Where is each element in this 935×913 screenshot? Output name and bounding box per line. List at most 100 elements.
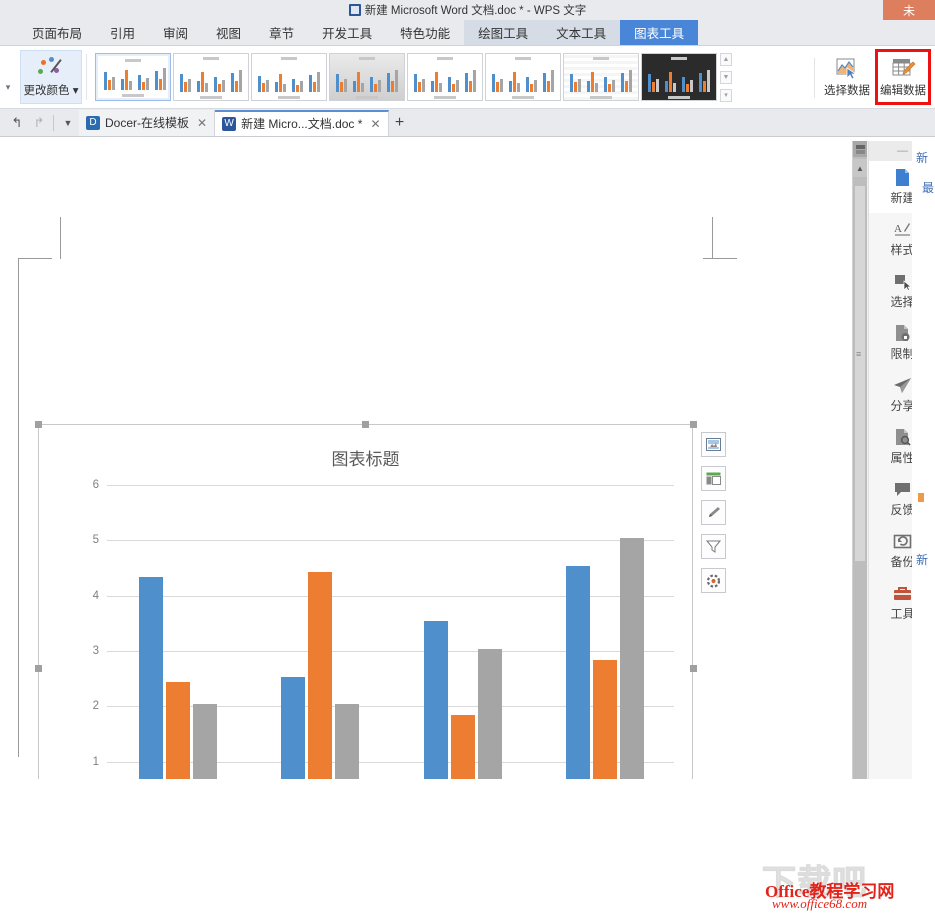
chart-object[interactable]: 图表标题 0123456类别1类别2类别3类别4 系列 1系列 2系列 3	[38, 424, 693, 779]
tab-review[interactable]: 审阅	[149, 20, 202, 45]
gallery-scroll-up[interactable]: ▲	[720, 53, 732, 66]
restrict-lock-icon	[893, 324, 913, 343]
preview-bar	[275, 82, 278, 92]
chart-bar[interactable]	[566, 566, 590, 779]
tab-special-features[interactable]: 特色功能	[386, 20, 464, 45]
preview-bar	[374, 84, 377, 92]
preview-bar	[104, 72, 107, 90]
preview-bar	[283, 84, 286, 92]
preview-bar	[465, 73, 468, 92]
tab-section[interactable]: 章节	[255, 20, 308, 45]
split-view-icon[interactable]	[853, 141, 867, 157]
preview-bar	[184, 82, 187, 92]
scrollbar-grip[interactable]: ≡	[856, 353, 861, 356]
chart-style-brush-icon[interactable]	[701, 500, 726, 525]
task-pane-item-label: 备份	[890, 553, 914, 570]
task-pane-item-label: 工具	[890, 605, 914, 622]
select-data-button[interactable]: 选择数据	[819, 49, 875, 105]
preview-bar	[439, 83, 442, 92]
chart-layout-icon[interactable]	[701, 432, 726, 457]
chart-style-thumb[interactable]	[563, 53, 639, 101]
chart-style-thumb[interactable]	[251, 53, 327, 101]
chart-style-gallery[interactable]	[91, 46, 717, 108]
chart-bar[interactable]	[308, 572, 332, 779]
preview-bar	[129, 81, 132, 90]
doc-tab-word[interactable]: W 新建 Micro...文档.doc * ✕	[215, 110, 388, 136]
gallery-expand[interactable]: ▾	[720, 89, 732, 102]
chart-settings-gear-icon[interactable]	[701, 568, 726, 593]
edit-data-button[interactable]: 编辑数据	[875, 49, 931, 105]
chart-bar[interactable]	[166, 682, 190, 779]
document-tab-bar: ↰ ↱ ▼ D Docer-在线模板 ✕ W 新建 Micro...文档.doc…	[0, 109, 935, 137]
preview-title-bar	[203, 57, 219, 60]
chart-bar[interactable]	[193, 704, 217, 779]
change-color-button[interactable]: 更改颜色 ▾	[20, 50, 82, 104]
chart-style-preview	[642, 54, 716, 100]
preview-bar	[418, 82, 421, 92]
scroll-up-arrow[interactable]: ▲	[853, 159, 867, 177]
preview-legend-bar	[278, 96, 300, 99]
doc-tab-docer[interactable]: D Docer-在线模板 ✕	[79, 110, 215, 136]
undo-arrow-icon[interactable]: ↰	[6, 112, 28, 134]
tab-page-layout[interactable]: 页面布局	[18, 20, 96, 45]
chart-bar[interactable]	[478, 649, 502, 779]
tab-text-tools[interactable]: 文本工具	[542, 20, 620, 45]
chart-bar[interactable]	[424, 621, 448, 779]
preview-bar	[570, 74, 573, 92]
chart-style-thumb[interactable]	[329, 53, 405, 101]
chart-filter-icon[interactable]	[701, 534, 726, 559]
preview-title-bar	[437, 57, 453, 60]
chart-elements-icon[interactable]	[701, 466, 726, 491]
close-icon[interactable]: ✕	[370, 117, 380, 131]
doc-tab-word-label: 新建 Micro...文档.doc *	[241, 115, 362, 132]
scrollbar-thumb[interactable]	[855, 186, 865, 561]
chart-style-thumb[interactable]	[641, 53, 717, 101]
document-scrollbar[interactable]: ▲ ≡	[853, 141, 867, 779]
chart-style-thumb[interactable]	[95, 53, 171, 101]
chart-title[interactable]: 图表标题	[39, 445, 692, 470]
tab-chart-tools[interactable]: 图表工具	[620, 20, 698, 45]
new-tab-button[interactable]: +	[389, 114, 411, 132]
chart-style-preview	[174, 54, 248, 100]
chart-plot-area[interactable]: 0123456类别1类别2类别3类别4	[69, 485, 674, 779]
chart-bar[interactable]	[335, 704, 359, 779]
close-icon[interactable]: ✕	[197, 116, 207, 130]
preview-bar	[422, 79, 425, 92]
chevron-down-icon[interactable]: ▼	[57, 112, 79, 134]
pane-accent-dot	[918, 493, 924, 502]
login-button[interactable]: 未	[883, 0, 935, 20]
task-pane-item-label: 选择	[890, 293, 914, 310]
selection-handle-mr[interactable]	[690, 665, 697, 672]
document-page[interactable]: 图表标题 0123456类别1类别2类别3类别4 系列 1系列 2系列 3	[0, 141, 853, 779]
preview-bar	[121, 79, 124, 90]
preview-bar	[266, 80, 269, 92]
ribbon-overflow-caret[interactable]: ▾	[0, 46, 16, 108]
chart-style-thumb[interactable]	[485, 53, 561, 101]
chart-bar[interactable]	[593, 660, 617, 779]
tab-developer-tools[interactable]: 开发工具	[308, 20, 386, 45]
chart-bar[interactable]	[281, 677, 305, 779]
preview-bar	[142, 82, 145, 90]
selection-handle-ml[interactable]	[35, 665, 42, 672]
preview-bar	[699, 73, 702, 92]
task-pane-item-label: 属性	[890, 449, 914, 466]
selection-handle-tl[interactable]	[35, 421, 42, 428]
preview-bar	[595, 83, 598, 92]
gallery-scroll-controls[interactable]: ▲ ▼ ▾	[719, 46, 733, 108]
tab-view[interactable]: 视图	[202, 20, 255, 45]
task-pane-content[interactable]: 新 最 新	[912, 141, 935, 779]
selection-handle-tc[interactable]	[362, 421, 369, 428]
ribbon-toolbar: ▾ 更改颜色 ▾ ▲ ▼ ▾	[0, 46, 935, 109]
tab-drawing-tools[interactable]: 绘图工具	[464, 20, 542, 45]
selection-handle-tr[interactable]	[690, 421, 697, 428]
tab-references[interactable]: 引用	[96, 20, 149, 45]
chart-style-thumb[interactable]	[173, 53, 249, 101]
chart-style-thumb[interactable]	[407, 53, 483, 101]
chart-bar[interactable]	[139, 577, 163, 779]
change-color-caret[interactable]: ▾	[73, 85, 79, 97]
chart-bar[interactable]	[620, 538, 644, 779]
gallery-scroll-down[interactable]: ▼	[720, 71, 732, 84]
chart-bar[interactable]	[451, 715, 475, 779]
ribbon-divider	[86, 54, 87, 100]
redo-arrow-icon[interactable]: ↱	[28, 112, 50, 134]
